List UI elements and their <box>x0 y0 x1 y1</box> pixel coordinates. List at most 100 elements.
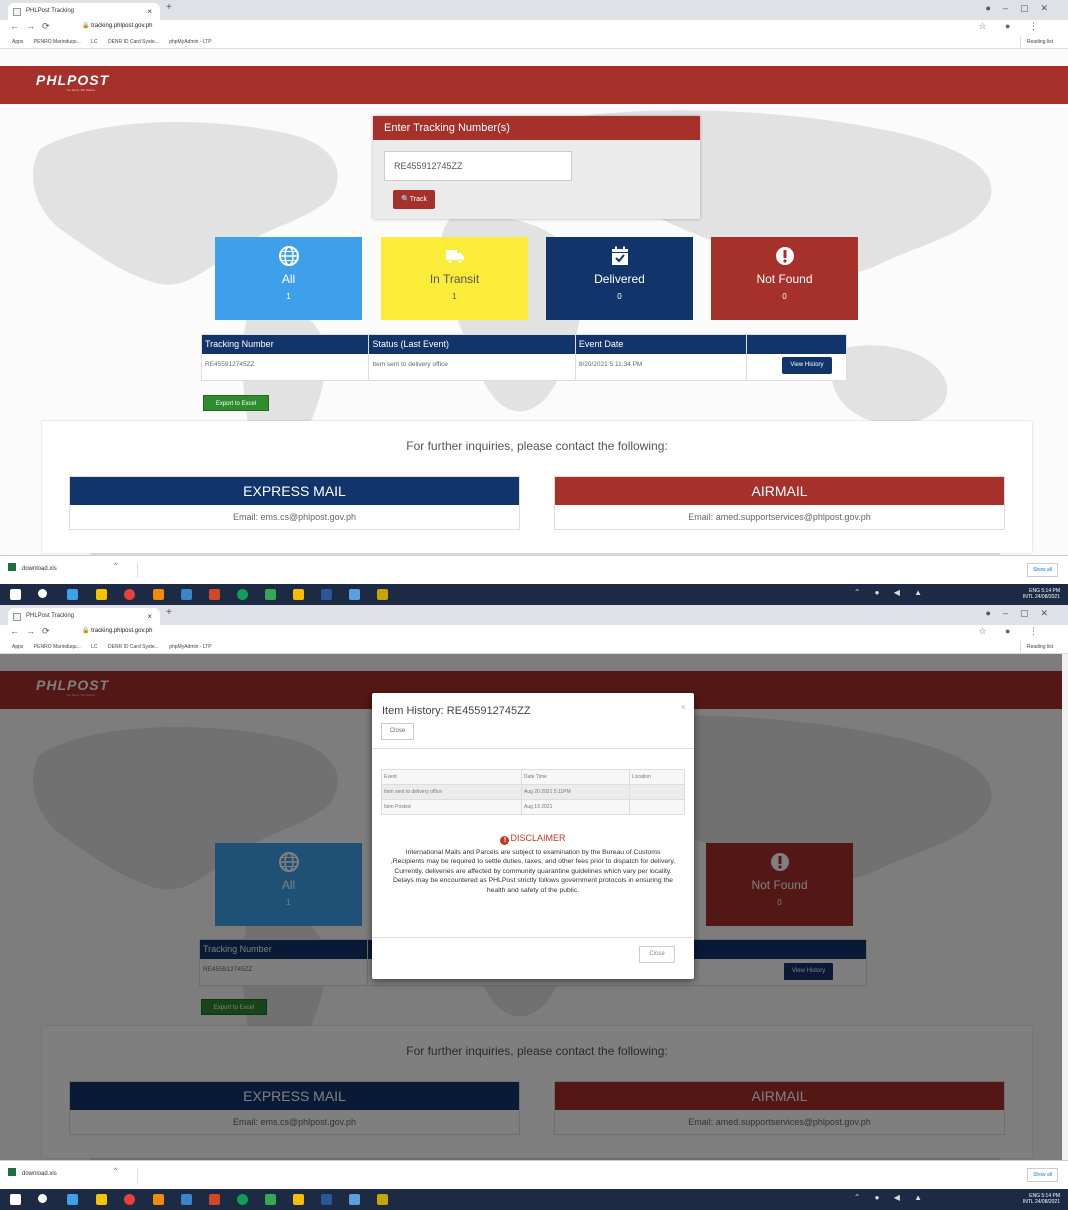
track-button[interactable]: 🔍Track <box>393 190 435 209</box>
clock[interactable]: ENG 5:14 PM INTL 24/08/2021 <box>1023 1193 1060 1205</box>
airmail-box: AIRMAIL Email: amed.supportservices@phlp… <box>554 476 1005 530</box>
tracking-form: Enter Tracking Number(s) RE455912745ZZ 🔍… <box>373 116 700 219</box>
page-content: PHLPOSTYou Send. We Deliver. All 1 Not F… <box>0 654 1068 1160</box>
chrome-icon[interactable] <box>124 1194 135 1205</box>
status-card-all[interactable]: All 1 <box>215 237 362 320</box>
edge-icon[interactable] <box>237 1194 248 1205</box>
new-tab-button[interactable]: + <box>166 607 172 618</box>
clock[interactable]: ENG 5:14 PM INTL 24/08/2021 <box>1023 588 1060 600</box>
column-header <box>747 335 846 354</box>
download-item[interactable]: download.xls ^ <box>8 563 138 578</box>
lang-variant: INTL <box>1022 1199 1034 1205</box>
export-excel-button[interactable]: Export to Excel <box>203 395 269 411</box>
download-filename: download.xls <box>22 1171 57 1177</box>
photos-icon[interactable] <box>349 1194 360 1205</box>
word-icon[interactable] <box>321 1194 332 1205</box>
modal-divider <box>372 937 694 938</box>
search-icon[interactable] <box>38 589 47 598</box>
app-icon[interactable] <box>377 589 388 600</box>
status-card-in-transit[interactable]: In Transit 1 <box>381 237 528 320</box>
chevron-up-icon[interactable]: ^ <box>114 563 117 569</box>
app-icon[interactable] <box>265 1194 276 1205</box>
app-icon[interactable] <box>181 1194 192 1205</box>
tab-close-icon[interactable]: × <box>147 3 152 20</box>
status-cell: Item sent to delivery office <box>369 354 576 380</box>
drive-icon[interactable] <box>293 1194 304 1205</box>
bookmark-denr[interactable]: DENR ID Card Syste... <box>108 644 159 650</box>
show-all-button[interactable]: Show all <box>1027 1168 1058 1182</box>
bookmark-apps[interactable]: Apps <box>12 644 23 650</box>
express-mail-email[interactable]: Email: ems.cs@phlpost.gov.ph <box>70 505 519 529</box>
explorer-icon[interactable] <box>96 589 107 600</box>
datetime-cell: Aug 19 2021 <box>521 799 630 815</box>
bookmark-penro[interactable]: PENRO Marinduqu... <box>34 39 81 45</box>
profile-icon[interactable]: ☆ ● ⋮ <box>978 626 1046 637</box>
window-controls[interactable]: ●–▢✕ <box>986 3 1061 14</box>
nav-buttons[interactable]: ←→⟳ <box>10 21 57 32</box>
bookmark-phpmyadmin[interactable]: phpMyAdmin - LTP <box>169 39 211 45</box>
status-card-not-found[interactable]: Not Found 0 <box>711 237 858 320</box>
view-history-button[interactable]: View History <box>782 357 832 374</box>
word-icon[interactable] <box>321 589 332 600</box>
download-filename: download.xls <box>22 566 57 572</box>
page-scrollbar[interactable] <box>1062 654 1068 1160</box>
reading-list-button[interactable]: Reading list <box>1019 641 1059 654</box>
search-icon[interactable] <box>38 1194 47 1203</box>
column-header: Tracking Number <box>202 335 370 354</box>
new-tab-button[interactable]: + <box>166 2 172 13</box>
start-icon[interactable] <box>10 589 21 600</box>
modal-close-icon[interactable]: × <box>681 702 686 712</box>
app-icon[interactable] <box>377 1194 388 1205</box>
chevron-up-icon[interactable]: ^ <box>114 1168 117 1174</box>
browser-tab-strip: PHLPost Tracking × + ●–▢✕ <box>0 605 1068 625</box>
app-icon[interactable] <box>265 589 276 600</box>
system-tray-icons[interactable]: ⌃ ● ◀ ▲ <box>854 588 928 597</box>
download-item[interactable]: download.xls ^ <box>8 1168 138 1183</box>
explorer-icon[interactable] <box>96 1194 107 1205</box>
chrome-icon[interactable] <box>124 589 135 600</box>
app-icon[interactable] <box>181 589 192 600</box>
start-icon[interactable] <box>10 1194 21 1205</box>
contact-title: For further inquiries, please contact th… <box>406 439 668 453</box>
status-card-delivered[interactable]: Delivered 0 <box>546 237 693 320</box>
tracking-form-title: Enter Tracking Number(s) <box>373 116 700 140</box>
taskview-icon[interactable] <box>67 1194 78 1205</box>
action-cell: View History <box>747 354 846 380</box>
browser-tab[interactable]: PHLPost Tracking × <box>8 3 160 20</box>
tab-close-icon[interactable]: × <box>147 608 152 625</box>
window-controls[interactable]: ●–▢✕ <box>986 608 1061 619</box>
datetime-cell: Aug 20 2021 5:11PM <box>521 784 630 800</box>
reading-list-button[interactable]: Reading list <box>1019 36 1059 49</box>
profile-icon[interactable]: ☆ ● ⋮ <box>978 21 1046 32</box>
phlpost-logo[interactable]: PHLPOSTYou Send. We Deliver. <box>36 72 109 92</box>
airmail-email[interactable]: Email: amed.supportservices@phlpost.gov.… <box>555 505 1004 529</box>
app-icon[interactable] <box>209 1194 220 1205</box>
bookmark-penro[interactable]: PENRO Marinduqu... <box>34 644 81 650</box>
app-icon[interactable] <box>209 589 220 600</box>
bookmark-apps[interactable]: Apps <box>12 39 23 45</box>
bookmarks-bar: Apps PENRO Marinduqu... LC DENR ID Card … <box>0 36 1068 49</box>
bookmark-denr[interactable]: DENR ID Card Syste... <box>108 39 159 45</box>
nav-buttons[interactable]: ←→⟳ <box>10 626 57 637</box>
taskview-icon[interactable] <box>67 589 78 600</box>
app-icon[interactable] <box>153 1194 164 1205</box>
url-field[interactable]: 🔒 tracking.phlpost.gov.ph <box>82 22 152 29</box>
tracking-number-input[interactable]: RE455912745ZZ <box>384 151 572 181</box>
photos-icon[interactable] <box>349 589 360 600</box>
exclamation-circle-icon: ! <box>500 836 510 845</box>
modal-close-button-top[interactable]: Close <box>381 723 414 740</box>
browser-tab[interactable]: PHLPost Tracking × <box>8 608 160 625</box>
bookmark-lc[interactable]: LC <box>91 644 97 650</box>
url-field[interactable]: 🔒 tracking.phlpost.gov.ph <box>82 627 152 634</box>
column-header: Location <box>629 769 685 785</box>
bookmark-lc[interactable]: LC <box>91 39 97 45</box>
drive-icon[interactable] <box>293 589 304 600</box>
airmail-title: AIRMAIL <box>555 477 1004 505</box>
edge-icon[interactable] <box>237 589 248 600</box>
modal-close-button-bottom[interactable]: Close <box>639 946 675 963</box>
bookmark-phpmyadmin[interactable]: phpMyAdmin - LTP <box>169 644 211 650</box>
app-icon[interactable] <box>153 589 164 600</box>
show-all-button[interactable]: Show all <box>1027 563 1058 577</box>
system-tray-icons[interactable]: ⌃ ● ◀ ▲ <box>854 1193 928 1202</box>
event-cell: Item sent to delivery office <box>381 784 522 800</box>
